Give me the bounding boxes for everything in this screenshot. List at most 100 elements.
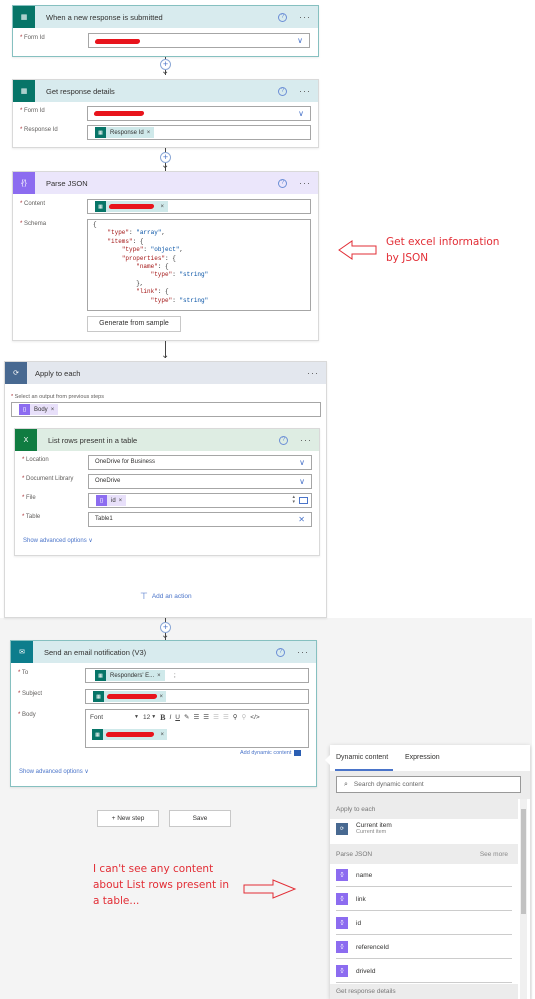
content-input[interactable]: ▦ ×	[87, 199, 311, 214]
clear-icon[interactable]: ✕	[298, 515, 305, 524]
folder-picker-icon[interactable]	[299, 497, 308, 504]
more-options-icon[interactable]: ···	[299, 87, 311, 96]
content-token[interactable]: ▦ ×	[95, 201, 168, 212]
subject-input[interactable]: ▦ ×	[85, 689, 309, 704]
more-options-icon[interactable]: ···	[299, 13, 311, 22]
help-icon[interactable]: ?	[278, 86, 287, 96]
schema-editor[interactable]: { "type": "array", "items": { "type": "o…	[87, 219, 311, 311]
tab-dynamic-content[interactable]: Dynamic content	[336, 754, 388, 761]
apply-to-each-card[interactable]: ⟳ Apply to each ··· * Select an output f…	[4, 361, 327, 618]
item-description: Current item	[356, 829, 387, 835]
list-rows-card[interactable]: X List rows present in a table ? ··· * L…	[14, 428, 320, 556]
dyn-item-link[interactable]: {} link	[336, 888, 512, 911]
get-response-card[interactable]: ▦ Get response details ? ··· * Form Id ∨…	[12, 79, 319, 148]
loop-icon: ⟳	[5, 362, 27, 384]
dyn-item-id[interactable]: {} id	[336, 912, 512, 935]
help-icon[interactable]: ?	[276, 647, 285, 657]
more-options-icon[interactable]: ···	[300, 436, 312, 445]
schema-code[interactable]: { "type": "array", "items": { "type": "o…	[93, 221, 208, 305]
help-icon[interactable]: ?	[279, 435, 288, 445]
field-label: * Form Id	[20, 108, 45, 114]
scrollbar[interactable]	[304, 221, 309, 309]
list-rows-header[interactable]: X List rows present in a table ? ···	[15, 429, 319, 451]
panel-scrollbar[interactable]	[520, 799, 527, 999]
subject-token[interactable]: ▦ ×	[93, 691, 166, 702]
table-dropdown[interactable]: Table1 ✕	[88, 512, 312, 527]
trigger-header[interactable]: ▦ When a new response is submitted ? ···	[13, 6, 318, 28]
document-library-dropdown[interactable]: OneDrive ∨	[88, 474, 312, 489]
responders-email-token[interactable]: ▦ Responders' E... ×	[95, 670, 165, 681]
body-editor[interactable]: Font ▼ 12 ▼ B I U ✎ ☰ ☰ ☰ ☰ ⚲ ⚲ </> ▦ ×	[85, 709, 309, 748]
code-view-button[interactable]: </>	[250, 714, 259, 721]
search-dynamic-input[interactable]: ⌕ Search dynamic content	[336, 776, 521, 793]
dyn-item-referenceid[interactable]: {} referenceId	[336, 936, 512, 959]
add-action-button[interactable]: ⊤ Add an action	[140, 591, 192, 602]
stepper-icon[interactable]: ▴ ▾	[292, 495, 295, 505]
see-more-link[interactable]: See more	[480, 851, 508, 858]
more-options-icon[interactable]: ···	[307, 369, 319, 378]
field-label: * Schema	[20, 221, 47, 227]
save-button[interactable]: Save	[169, 810, 231, 827]
remove-token-icon[interactable]: ×	[147, 130, 151, 136]
id-token[interactable]: {} id ×	[96, 495, 127, 506]
form-id-dropdown[interactable]: ∨	[88, 33, 310, 48]
more-options-icon[interactable]: ···	[299, 179, 311, 188]
select-output-input[interactable]: {} Body ×	[11, 402, 321, 417]
generate-from-sample-button[interactable]: Generate from sample	[87, 316, 181, 332]
remove-token-icon[interactable]: ×	[157, 673, 161, 679]
show-advanced-options-link[interactable]: Show advanced options ∨	[23, 537, 93, 544]
body-token[interactable]: ▦ ×	[92, 729, 167, 740]
remove-token-icon[interactable]: ×	[159, 694, 163, 700]
trigger-card[interactable]: ▦ When a new response is submitted ? ···…	[12, 5, 319, 57]
help-icon[interactable]: ?	[278, 12, 287, 22]
outdent-icon[interactable]: ☰	[213, 713, 219, 721]
color-pen-icon[interactable]: ✎	[184, 713, 189, 721]
underline-button[interactable]: U	[175, 714, 180, 721]
indent-icon[interactable]: ☰	[223, 713, 229, 721]
card-title: Send an email notification (V3)	[44, 647, 147, 657]
font-size-select[interactable]: 12	[143, 714, 150, 721]
location-dropdown[interactable]: OneDrive for Business ∨	[88, 455, 312, 470]
section-parse-json: Parse JSON See more	[330, 844, 518, 864]
help-icon[interactable]: ?	[278, 178, 287, 188]
link-icon[interactable]: ⚲	[233, 713, 238, 721]
file-input[interactable]: {} id × ▴ ▾	[88, 493, 312, 508]
tab-expression[interactable]: Expression	[405, 754, 440, 761]
annotation-list-rows: I can't see any content about List rows p…	[93, 863, 230, 907]
add-dynamic-content-link[interactable]: Add dynamic content	[240, 750, 302, 756]
to-input[interactable]: ▦ Responders' E... × ;	[85, 668, 309, 683]
italic-button[interactable]: I	[169, 714, 171, 721]
new-step-button[interactable]: + New step	[97, 810, 159, 827]
font-dropdown-icon[interactable]: ▼	[134, 714, 139, 720]
remove-token-icon[interactable]: ×	[119, 498, 123, 504]
schema-line: "properties": {	[121, 254, 176, 262]
dyn-item-name[interactable]: {} name	[336, 864, 512, 887]
parse-json-header[interactable]: {⁄} Parse JSON ? ···	[13, 172, 318, 194]
get-response-header[interactable]: ▦ Get response details ? ···	[13, 80, 318, 102]
annotation-json: Get excel information by JSON	[386, 236, 500, 264]
field-label: * Body	[18, 712, 36, 718]
parse-json-card[interactable]: {⁄} Parse JSON ? ··· * Content ▦ × * Sch…	[12, 171, 319, 341]
bullet-list-icon[interactable]: ☰	[193, 713, 199, 721]
dyn-item-current-item[interactable]: ⟳ Current item Current item	[336, 822, 392, 835]
remove-token-icon[interactable]: ×	[160, 732, 164, 738]
send-email-card[interactable]: ✉ Send an email notification (V3) ? ··· …	[10, 640, 317, 787]
font-select[interactable]: Font	[90, 714, 130, 721]
bold-button[interactable]: B	[160, 713, 165, 722]
numbered-list-icon[interactable]: ☰	[203, 713, 209, 721]
more-options-icon[interactable]: ···	[297, 648, 309, 657]
response-id-token[interactable]: ▦ Response Id ×	[95, 127, 155, 138]
show-advanced-options-link[interactable]: Show advanced options ∨	[19, 768, 89, 775]
response-id-input[interactable]: ▦ Response Id ×	[87, 125, 311, 140]
unlink-icon[interactable]: ⚲	[242, 713, 247, 721]
send-email-header[interactable]: ✉ Send an email notification (V3) ? ···	[11, 641, 316, 663]
form-id-dropdown[interactable]: ∨	[87, 106, 311, 121]
size-dropdown-icon[interactable]: ▼	[151, 714, 156, 720]
dyn-item-driveid[interactable]: {} driveId	[336, 960, 512, 983]
scrollbar-thumb[interactable]	[521, 809, 526, 914]
apply-to-each-header[interactable]: ⟳ Apply to each ···	[5, 362, 326, 384]
remove-token-icon[interactable]: ×	[51, 407, 55, 413]
remove-token-icon[interactable]: ×	[160, 204, 164, 210]
chevron-down-icon: ∨	[84, 769, 89, 775]
body-token[interactable]: {} Body ×	[19, 404, 59, 415]
